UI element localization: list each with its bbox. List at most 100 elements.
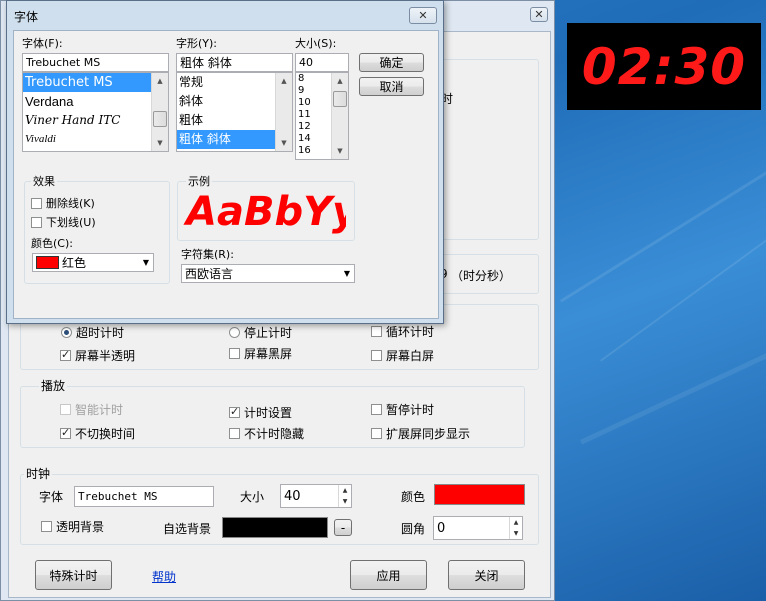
charset-value: 西欧语言 <box>185 267 234 281</box>
font-list-item[interactable]: Viner Hand ITC <box>23 111 168 130</box>
check-no-switch-time[interactable]: 不切换时间 <box>60 425 135 442</box>
font-color-label: 颜色(C): <box>31 237 73 250</box>
check-pause-timing[interactable]: 暂停计时 <box>371 401 434 418</box>
checkbox-box <box>371 350 382 361</box>
custom-bg-swatch[interactable] <box>222 517 328 538</box>
font-dialog-client: 字体(F): Trebuchet MS Trebuchet MS Verdana… <box>13 30 439 319</box>
clock-color-swatch[interactable] <box>434 484 525 505</box>
check-loop-label: 循环计时 <box>386 325 435 339</box>
checkbox-box <box>41 521 52 532</box>
clock-font-field[interactable]: Trebuchet MS <box>74 486 214 507</box>
font-dialog-titlebar[interactable]: 字体 ✕ <box>7 1 443 29</box>
scroll-down-icon[interactable]: ▼ <box>276 135 292 151</box>
scroll-up-icon[interactable]: ▲ <box>276 73 292 89</box>
check-loop[interactable]: 循环计时 <box>371 323 434 340</box>
clock-color-label: 颜色 <box>401 490 426 504</box>
custom-bg-pick-button[interactable]: - <box>334 519 352 536</box>
help-link[interactable]: 帮助 <box>152 568 176 585</box>
check-white-screen-label: 屏幕白屏 <box>386 349 435 363</box>
radio-overtime[interactable]: 超时计时 <box>61 324 124 341</box>
wallpaper-streak <box>560 162 766 303</box>
effects-group-title: 效果 <box>31 173 57 189</box>
scroll-down-icon[interactable]: ▼ <box>332 143 348 159</box>
check-white-screen[interactable]: 屏幕白屏 <box>371 347 434 364</box>
apply-button[interactable]: 应用 <box>350 560 427 590</box>
font-family-label: 字体(F): <box>22 37 63 50</box>
checkbox-box <box>229 405 240 418</box>
scroll-thumb[interactable] <box>333 91 347 107</box>
font-list-item[interactable]: Vivaldi <box>23 130 168 149</box>
wallpaper-streak <box>600 218 766 362</box>
font-size-input[interactable]: 40 <box>295 53 349 72</box>
check-smart-timing[interactable]: 智能计时 <box>60 401 123 418</box>
check-smart-timing-label: 智能计时 <box>75 403 124 417</box>
special-timing-button[interactable]: 特殊计时 <box>35 560 112 590</box>
radius-label: 圆角 <box>401 522 426 536</box>
main-close-icon[interactable]: ✕ <box>530 7 548 22</box>
sample-text: AaBbYy <box>186 189 346 235</box>
clock-time: 02:30 <box>581 37 747 96</box>
font-ok-button[interactable]: 确定 <box>359 53 424 72</box>
scroll-thumb[interactable] <box>153 111 167 127</box>
charset-select[interactable]: 西欧语言 ▼ <box>181 264 355 283</box>
close-button[interactable]: 关闭 <box>448 560 525 590</box>
checkbox-box <box>371 326 382 337</box>
check-strikeout-label: 删除线(K) <box>46 197 95 210</box>
clock-size-value: 40 <box>284 488 301 504</box>
custom-bg-label: 自选背景 <box>163 522 212 536</box>
charset-label: 字符集(R): <box>181 248 234 261</box>
clock-font-label: 字体 <box>39 490 64 504</box>
check-hide-when-idle[interactable]: 不计时隐藏 <box>229 425 304 442</box>
font-list-scrollbar[interactable]: ▲ ▼ <box>151 73 168 151</box>
check-underline[interactable]: 下划线(U) <box>31 214 96 230</box>
playback-group-title: 播放 <box>39 377 68 394</box>
scroll-up-icon[interactable]: ▲ <box>332 73 348 89</box>
style-list-scrollbar[interactable]: ▲ ▼ <box>275 73 292 151</box>
check-timer-settings[interactable]: 计时设置 <box>229 404 292 421</box>
radius-spinner[interactable]: ▲ ▼ <box>509 517 522 539</box>
size-list-scrollbar[interactable]: ▲ ▼ <box>331 73 348 159</box>
spin-up-icon[interactable]: ▲ <box>510 517 522 528</box>
radio-overtime-label: 超时计时 <box>76 326 125 340</box>
clock-group-title: 时钟 <box>24 465 53 482</box>
spin-down-icon[interactable]: ▼ <box>339 496 351 507</box>
check-hide-when-idle-label: 不计时隐藏 <box>244 427 305 441</box>
font-list-item[interactable]: Trebuchet MS <box>23 73 168 92</box>
check-black-screen[interactable]: 屏幕黑屏 <box>229 345 292 362</box>
check-transparent-bg-label: 透明背景 <box>56 520 105 534</box>
color-swatch <box>36 256 59 269</box>
radio-dot <box>61 327 72 338</box>
check-strikeout[interactable]: 删除线(K) <box>31 195 95 211</box>
countdown-clock-display[interactable]: 02:30 <box>567 23 761 110</box>
font-style-input[interactable]: 粗体 斜体 <box>176 53 293 72</box>
check-transparent-bg[interactable]: 透明背景 <box>41 518 104 535</box>
wallpaper-streak <box>580 347 766 445</box>
scroll-down-icon[interactable]: ▼ <box>152 135 168 151</box>
font-family-list[interactable]: Trebuchet MS Verdana Viner Hand ITC Viva… <box>22 72 169 152</box>
scroll-up-icon[interactable]: ▲ <box>152 73 168 89</box>
checkbox-box <box>371 428 382 439</box>
spin-up-icon[interactable]: ▲ <box>339 485 351 496</box>
font-color-select[interactable]: 红色 ▼ <box>32 253 154 272</box>
font-list-item[interactable]: Verdana <box>23 92 168 111</box>
spin-down-icon[interactable]: ▼ <box>510 528 522 539</box>
chevron-down-icon: ▼ <box>343 269 350 278</box>
clock-size-label: 大小 <box>240 490 265 504</box>
radio-stop-label: 停止计时 <box>244 326 293 340</box>
radio-stop[interactable]: 停止计时 <box>229 324 292 341</box>
clock-size-spinner[interactable]: ▲ ▼ <box>338 485 351 507</box>
font-family-input[interactable]: Trebuchet MS <box>22 53 169 72</box>
font-style-label: 字形(Y): <box>176 37 218 50</box>
font-cancel-button[interactable]: 取消 <box>359 77 424 96</box>
check-semi-transparent[interactable]: 屏幕半透明 <box>60 347 135 364</box>
check-extended-screen-sync[interactable]: 扩展屏同步显示 <box>371 425 470 442</box>
checkbox-box <box>60 426 71 439</box>
checkbox-box <box>31 216 42 228</box>
checkbox-box <box>371 404 382 415</box>
checkbox-box <box>31 197 42 209</box>
font-dialog-close-icon[interactable]: ✕ <box>409 7 437 24</box>
font-size-list[interactable]: 8 9 10 11 12 14 16 ▲ ▼ <box>295 72 349 160</box>
check-black-screen-label: 屏幕黑屏 <box>244 347 293 361</box>
font-style-list[interactable]: 常规 斜体 粗体 粗体 斜体 ▲ ▼ <box>176 72 293 152</box>
font-sample-preview: AaBbYy <box>180 189 346 237</box>
